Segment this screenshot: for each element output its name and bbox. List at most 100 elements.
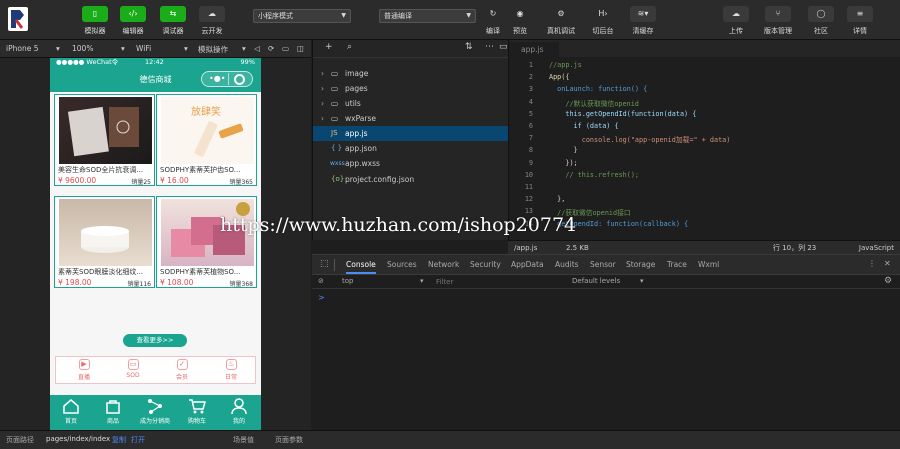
operate-select[interactable]: 模拟操作 (198, 44, 228, 55)
tab-home[interactable]: 首页 (52, 397, 90, 425)
add-file-icon[interactable]: + (325, 42, 333, 52)
switch-bg-icon: H› (598, 9, 608, 18)
editor-button[interactable]: ‹/› 编辑器 (115, 6, 151, 36)
chevron-down-icon: ▼ (341, 12, 346, 19)
category-member[interactable]: ✓ 会员 (162, 359, 202, 381)
product-card[interactable]: SODPHY素蒂芙植物SO... ¥ 108.00 销量368 (156, 196, 257, 288)
tab-sources[interactable]: Sources (387, 260, 417, 269)
product-card[interactable]: 素蒂芙SOD眼膜淡化细纹... ¥ 198.00 销量116 (54, 196, 155, 288)
rotate-icon[interactable]: ⟳ (268, 44, 274, 53)
bottom-status-bar: 页面路径 pages/index/index 复制 打开 场景值 页面参数 (0, 430, 900, 449)
tree-folder-utils[interactable]: › ▭ utils (313, 96, 509, 111)
tab-appdata[interactable]: AppData (511, 260, 544, 269)
tree-file-app-js[interactable]: JS app.js (313, 126, 509, 141)
tree-file-project-config[interactable]: {o} project.config.json (313, 172, 509, 187)
tab-me[interactable]: 我的 (220, 397, 258, 425)
zoom-select[interactable]: 100% (72, 44, 93, 53)
clear-console-icon[interactable]: ⊘ (318, 277, 324, 285)
inspect-icon[interactable]: ⬚ (320, 259, 329, 269)
compile-select[interactable]: 普通编译 ▼ (379, 9, 476, 23)
clear-cache-button[interactable]: ≋▾ 清缓存 (625, 6, 661, 36)
file-tree-toolbar: + ⌕ ⇅ ⋯ ▭ (313, 40, 508, 58)
preview-button[interactable]: ◉ 预览 (502, 6, 538, 36)
search-icon[interactable]: ⌕ (347, 42, 352, 52)
home-icon (63, 399, 79, 414)
upload-icon: ☁ (723, 6, 749, 22)
tab-audits[interactable]: Audits (555, 260, 579, 269)
network-select[interactable]: WiFi (136, 44, 151, 53)
tree-folder-pages[interactable]: › ▭ pages (313, 81, 509, 96)
more-dots-icon[interactable]: •●• (209, 74, 225, 83)
tab-sensor[interactable]: Sensor (590, 260, 616, 269)
tab-storage[interactable]: Storage (626, 260, 655, 269)
sod-icon: ▭ (127, 359, 139, 370)
details-button[interactable]: ≡ 详情 (842, 6, 878, 36)
tab-distributor[interactable]: 成为分销商 (136, 397, 174, 425)
community-button[interactable]: ◯ 社区 (803, 6, 839, 36)
line-number: 8 (528, 146, 533, 155)
levels-select[interactable]: Default levels (572, 277, 620, 285)
close-icon[interactable] (234, 74, 245, 85)
tab-console[interactable]: Console (346, 260, 376, 274)
cart-icon (189, 399, 206, 414)
switch-background-button[interactable]: H› 切后台 (585, 6, 621, 36)
device-debug-button[interactable]: ⚙ 真机调试 (543, 6, 579, 36)
product-sales: 销量25 (131, 179, 151, 186)
tree-folder-wxparse[interactable]: › ▭ wxParse (313, 111, 509, 126)
more-icon[interactable]: ⋯ (485, 42, 494, 52)
category-sod[interactable]: ▭ SOD (113, 359, 153, 379)
tab-network[interactable]: Network (428, 260, 459, 269)
tab-cart[interactable]: 购物车 (178, 397, 216, 425)
tab-wxml[interactable]: Wxml (698, 260, 719, 269)
scene-button[interactable]: 场景值 (233, 435, 254, 445)
chevron-down-icon: ▾ (56, 44, 60, 53)
share-icon (148, 399, 162, 414)
version-button[interactable]: ⑂ 版本管理 (760, 6, 796, 36)
phone-icon: ▯ (82, 6, 108, 22)
copy-link[interactable]: 复制 (112, 435, 126, 445)
debugger-button[interactable]: ⇆ 调试器 (155, 6, 191, 36)
audio-icon[interactable]: ◁ (254, 44, 260, 53)
close-icon[interactable]: ✕ (884, 259, 891, 268)
gear-icon[interactable]: ⚙ (884, 276, 892, 286)
daily-icon: ♨ (225, 359, 237, 370)
tree-folder-image[interactable]: › ▭ image (313, 66, 509, 81)
code-line: console.log("app-openid加载=" + data) (549, 136, 731, 145)
split-icon[interactable]: ◫ (297, 44, 304, 53)
code-editor[interactable]: app.js 1 //app.js 2 App({3 onLaunch: functi… (508, 40, 900, 240)
console-prompt[interactable]: > (318, 293, 325, 302)
tree-file-app-json[interactable]: { } app.json (313, 141, 509, 156)
console-filter-input[interactable] (436, 276, 556, 287)
simulator-button[interactable]: ▯ 模拟器 (77, 6, 113, 36)
product-name: 美容生命SOD全片抗衰调... (58, 166, 144, 174)
device-select[interactable]: iPhone 5 (6, 44, 38, 53)
tab-products[interactable]: 商品 (94, 397, 132, 425)
code-line: }, (549, 195, 566, 204)
tree-file-app-wxss[interactable]: wxss app.wxss (313, 156, 509, 171)
category-live[interactable]: ▶ 直播 (64, 359, 104, 381)
tab-security[interactable]: Security (470, 260, 501, 269)
page-params-button[interactable]: 页面参数 (275, 435, 303, 445)
open-link[interactable]: 打开 (131, 435, 145, 445)
line-number: 10 (524, 170, 533, 179)
category-daily[interactable]: ♨ 日常 (211, 359, 251, 381)
product-card[interactable]: 放肆笑 SODPHY素蒂芙护齿SO... ¥ 16.00 销量365 (156, 94, 257, 186)
view-more-button[interactable]: 查看更多>> (123, 334, 187, 347)
more-vertical-icon[interactable]: ⋮ (868, 259, 876, 268)
context-select[interactable]: top (342, 277, 353, 285)
upload-button[interactable]: ☁ 上传 (718, 6, 754, 36)
category-bar: ▶ 直播 ▭ SOD ✓ 会员 ♨ 日常 (55, 356, 256, 384)
window-icon[interactable]: ▭ (282, 44, 289, 53)
version-icon: ⑂ (765, 6, 791, 22)
code-line: // this.refresh(); (549, 170, 640, 179)
product-card[interactable]: 美容生命SOD全片抗衰调... ¥ 9600.00 销量25 (54, 94, 155, 186)
editor-tab-app-js[interactable]: app.js (509, 42, 559, 57)
app-logo (8, 7, 28, 31)
capsule-menu[interactable]: •●• (201, 71, 253, 87)
cloud-dev-button[interactable]: ☁ 云开发 (194, 6, 230, 36)
collapse-icon[interactable]: ▭ (499, 42, 508, 52)
chevron-right-icon: › (321, 69, 324, 78)
sort-icon[interactable]: ⇅ (465, 42, 473, 52)
tab-trace[interactable]: Trace (667, 260, 687, 269)
mode-select[interactable]: 小程序模式 ▼ (253, 9, 351, 23)
